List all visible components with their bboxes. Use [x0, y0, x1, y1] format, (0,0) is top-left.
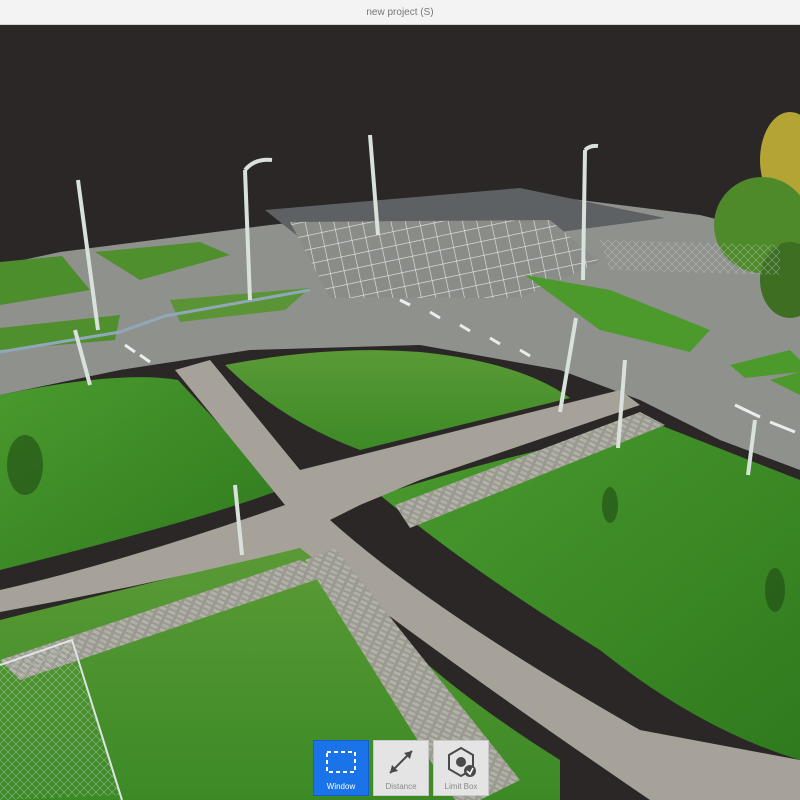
window-tool-label: Window	[326, 782, 356, 791]
distance-tool-button[interactable]: Distance	[373, 740, 429, 796]
limit-box-tool-label: Limit Box	[444, 782, 478, 791]
limit-box-icon	[443, 744, 479, 780]
distance-measure-icon	[383, 744, 419, 780]
window-title: new project (S)	[366, 6, 434, 18]
fence-mesh	[600, 240, 780, 275]
point-cloud-viewport[interactable]	[0, 25, 800, 800]
window-titlebar: new project (S)	[0, 0, 800, 25]
window-tool-button[interactable]: Window	[313, 740, 369, 796]
selection-window-icon	[323, 744, 359, 780]
distance-tool-label: Distance	[385, 782, 417, 791]
limit-box-tool-button[interactable]: Limit Box	[433, 740, 489, 796]
measurement-toolbar: Window Distance Limit Box	[313, 740, 489, 796]
